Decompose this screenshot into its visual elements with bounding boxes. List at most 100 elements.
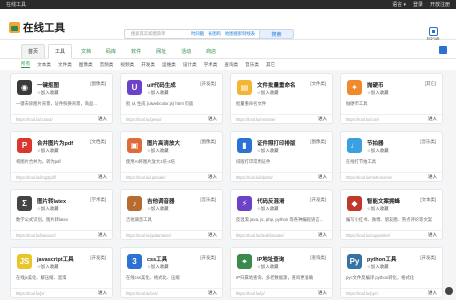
- tool-card[interactable]: Uuif代码生成 [开发类] ☆加入收藏批 从 生成 (uiwebcolor.js)…: [120, 73, 223, 124]
- favorite-button[interactable]: ☆加入收藏: [37, 264, 59, 270]
- tool-name[interactable]: 图片转latex: [37, 197, 66, 205]
- tool-card[interactable]: ♪ 吉他调音器 [音乐类] ☆加入收藏 吉他调音工具 https://tool.lu/gu…: [120, 189, 223, 240]
- enter-link[interactable]: 进入: [428, 174, 437, 180]
- tool-name[interactable]: 证件照打印排版: [257, 139, 296, 147]
- tool-card[interactable]: ⌖ IP地址查询 [查询类] ☆加入收藏 IP归属地查询、多老数据源，查询更准确 http…: [230, 247, 333, 298]
- tool-card[interactable]: ⚡ 代码反混淆 [开发类] ☆加入收藏 反混淆 java, js, php, pytho…: [230, 189, 333, 240]
- hot-keyword-2[interactable]: 长图鸡: [208, 31, 221, 37]
- enter-link[interactable]: 进入: [208, 232, 217, 238]
- settings-icon[interactable]: [439, 46, 447, 54]
- hot-keyword-3[interactable]: 地图搜索制线表: [225, 31, 255, 37]
- category-image[interactable]: 图像类: [79, 62, 93, 68]
- enter-link[interactable]: 进入: [208, 290, 217, 296]
- enter-link[interactable]: 进入: [98, 116, 107, 122]
- tool-card[interactable]: ▮ 证件照打印排版 [图像类] ☆加入收藏 排版打印常用证件 https://tool.l…: [230, 131, 333, 182]
- category-query[interactable]: 查询类: [224, 62, 238, 68]
- search-input[interactable]: 搜索其实如图简单: [131, 31, 191, 37]
- enter-link[interactable]: 进入: [208, 174, 217, 180]
- tab-sites[interactable]: 网址: [150, 45, 172, 58]
- favorite-button[interactable]: ☆加入收藏: [367, 264, 389, 270]
- category-video[interactable]: 视频类: [120, 62, 134, 68]
- tool-name[interactable]: 一键抠图: [37, 81, 59, 89]
- enter-link[interactable]: 进入: [318, 174, 327, 180]
- tool-name[interactable]: 节拍器: [367, 139, 384, 147]
- tool-name[interactable]: 合并图片为pdf: [37, 139, 73, 147]
- favorite-button[interactable]: ☆加入收藏: [37, 90, 59, 96]
- enter-link[interactable]: 进入: [318, 232, 327, 238]
- favorite-button[interactable]: ☆加入收藏: [257, 264, 279, 270]
- tool-name[interactable]: 智能文案拥峰: [367, 197, 400, 205]
- tool-card[interactable]: 3 css工具 [开发类] ☆加入收藏 在线css美化、格式化、压缩 https://to…: [120, 247, 223, 298]
- favorite-button[interactable]: ☆加入收藏: [367, 206, 389, 212]
- tool-name[interactable]: 抛硬币: [367, 81, 384, 89]
- tool-card[interactable]: ♩ 节拍器 [音乐类] ☆加入收藏 在线打节拍工具 https://tool.lu/met…: [340, 131, 443, 182]
- category-audio[interactable]: 音频类: [100, 62, 114, 68]
- login-link[interactable]: 登录: [413, 1, 423, 8]
- tool-name[interactable]: javascript工具: [37, 255, 74, 263]
- favorite-button[interactable]: ☆加入收藏: [147, 206, 169, 212]
- favorite-button[interactable]: ☆加入收藏: [37, 148, 59, 154]
- tool-name[interactable]: 图片高清放大: [147, 139, 180, 147]
- tool-description: 编写小红书、微博、朋友圈、熟点评论等文案: [346, 217, 432, 222]
- category-text[interactable]: 文本类: [37, 62, 51, 68]
- category-academic[interactable]: 学术类: [204, 62, 218, 68]
- register-link[interactable]: 开放注册: [430, 1, 450, 8]
- tool-card[interactable]: ▤ 文件批量重命名 [文件类] ☆加入收藏 批量重命名文件 https://tool.lu…: [230, 73, 333, 124]
- tab-events[interactable]: 活动: [175, 45, 197, 58]
- favorite-button[interactable]: ☆加入收藏: [257, 90, 279, 96]
- enter-link[interactable]: 进入: [318, 290, 327, 296]
- enter-link[interactable]: 进入: [428, 290, 437, 296]
- tool-name[interactable]: css工具: [147, 255, 167, 263]
- tool-name[interactable]: 代码反混淆: [257, 197, 285, 205]
- tool-card[interactable]: JS javascript工具 [开发类] ☆加入收藏 在线js美化、解压缩、混淆 htt…: [10, 247, 113, 298]
- top-bar: 在线工具 语言 ▾ 登录 开放注册: [0, 0, 456, 9]
- favorite-button[interactable]: ☆加入收藏: [367, 90, 389, 96]
- tool-card[interactable]: ◆ 智能文案拥峰 [文本类] ☆加入收藏 编写小红书、微博、朋友圈、熟点评论等文案 htt…: [340, 189, 443, 240]
- latex-icon: Σ: [17, 196, 32, 211]
- tool-card[interactable]: ▣ 图片高清放大 [图像类] ☆加入收藏 使用AI将图片放大1倍-4倍 https://t…: [120, 131, 223, 182]
- favorite-button[interactable]: ☆加入收藏: [257, 148, 279, 154]
- tool-name[interactable]: uif代码生成: [147, 81, 176, 89]
- site-logo[interactable]: 在线工具: [9, 20, 65, 35]
- category-file[interactable]: 文件类: [58, 62, 72, 68]
- tab-store[interactable]: 商店: [200, 45, 222, 58]
- tool-name[interactable]: python工具: [367, 255, 396, 263]
- tab-home[interactable]: 首页: [21, 44, 46, 58]
- tool-card[interactable]: Σ 图片转latex [学术类] ☆加入收藏 数学公式识别，图片转latex https:…: [10, 189, 113, 240]
- enter-link[interactable]: 进入: [208, 116, 217, 122]
- enter-link[interactable]: 进入: [98, 174, 107, 180]
- category-design[interactable]: 设计类: [183, 62, 197, 68]
- tab-code[interactable]: 码库: [100, 45, 122, 58]
- tab-tools[interactable]: 工具: [48, 44, 73, 59]
- tool-card[interactable]: Py python工具 [开发类] ☆加入收藏 pyc文件反编译 python转化，格式…: [340, 247, 443, 298]
- tool-card[interactable]: ◉ 一键抠图 [图像类] ☆加入收藏 一键去除图片背景，证件照换背景，商品... http…: [10, 73, 113, 124]
- enter-link[interactable]: 进入: [318, 116, 327, 122]
- tool-description: 使用AI将图片放大1倍-4倍: [126, 159, 175, 164]
- favorite-button[interactable]: ☆加入收藏: [257, 206, 279, 212]
- favorite-button[interactable]: ☆加入收藏: [147, 264, 169, 270]
- tool-name[interactable]: IP地址查询: [257, 255, 284, 263]
- tool-card[interactable]: ✦ 抛硬币 [其它] ☆加入收藏 抛硬币工具 https://tool.lu/coin/进…: [340, 73, 443, 124]
- category-ops[interactable]: 运维类: [162, 62, 176, 68]
- tool-name[interactable]: 文件批量重命名: [257, 81, 296, 89]
- scroll-top-icon[interactable]: [445, 287, 453, 295]
- enter-link[interactable]: 进入: [98, 290, 107, 296]
- enter-link[interactable]: 进入: [98, 232, 107, 238]
- hot-keyword-1[interactable]: 时间戳: [191, 31, 204, 37]
- category-other[interactable]: 其它: [266, 62, 275, 68]
- favorite-button[interactable]: ☆加入收藏: [367, 148, 389, 154]
- enter-link[interactable]: 进入: [428, 232, 437, 238]
- category-dev[interactable]: 开发类: [141, 62, 155, 68]
- category-all[interactable]: 所有: [21, 61, 31, 68]
- tab-software[interactable]: 软件: [125, 45, 147, 58]
- tool-name[interactable]: 吉他调音器: [147, 197, 175, 205]
- tab-docs[interactable]: 文档: [75, 45, 97, 58]
- tool-card[interactable]: P 合并图片为pdf [文档类] ☆加入收藏 将图片合并为，转为pdf https://t…: [10, 131, 113, 182]
- language-link[interactable]: 语言 ▾: [392, 1, 406, 8]
- category-music[interactable]: 音乐类: [245, 62, 259, 68]
- favorite-button[interactable]: ☆加入收藏: [147, 90, 169, 96]
- favorite-button[interactable]: ☆加入收藏: [37, 206, 59, 212]
- search-button[interactable]: 搜索: [259, 30, 293, 38]
- enter-link[interactable]: 进入: [428, 116, 437, 122]
- favorite-button[interactable]: ☆加入收藏: [147, 148, 169, 154]
